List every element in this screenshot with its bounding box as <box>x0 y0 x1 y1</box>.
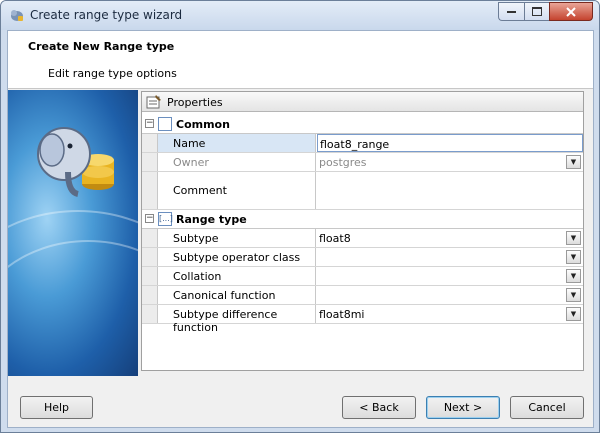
wizard-body: Create New Range type Edit range type op… <box>7 30 594 428</box>
elephant-database-icon <box>37 127 114 197</box>
page-subtitle: Edit range type options <box>48 67 177 80</box>
property-row-subtype-difference-function[interactable]: Subtype difference function float8mi ▼ <box>142 305 583 334</box>
window-title: Create range type wizard <box>30 8 183 22</box>
chevron-down-icon[interactable]: ▼ <box>566 231 581 245</box>
property-row-subtype[interactable]: Subtype float8 ▼ <box>142 229 583 248</box>
collapse-icon[interactable]: − <box>145 119 154 128</box>
property-name: Name <box>173 137 206 150</box>
property-value: float8 <box>319 232 351 245</box>
canonical-function-select[interactable]: ▼ <box>317 286 583 304</box>
category-label: Range type <box>176 213 247 226</box>
next-button[interactable]: Next > <box>426 396 500 419</box>
subtype-difference-function-select[interactable]: float8mi ▼ <box>317 305 583 323</box>
category-icon <box>158 117 172 131</box>
page-title: Create New Range type <box>28 40 175 53</box>
category-range-type[interactable]: − [...] Range type <box>142 210 583 229</box>
help-button[interactable]: Help <box>20 396 93 419</box>
property-name: Subtype operator class <box>173 251 301 264</box>
properties-icon <box>146 95 161 109</box>
back-button[interactable]: < Back <box>342 396 416 419</box>
caption-buttons <box>498 2 593 21</box>
property-value[interactable]: float8_range <box>320 138 389 151</box>
category-label: Common <box>176 118 230 131</box>
subtype-select[interactable]: float8 ▼ <box>317 229 583 247</box>
chevron-down-icon[interactable]: ▼ <box>566 250 581 264</box>
maximize-icon <box>532 7 542 16</box>
owner-select[interactable]: postgres ▼ <box>317 153 583 171</box>
maximize-button[interactable] <box>524 2 549 21</box>
property-row-owner[interactable]: Owner postgres ▼ <box>142 153 583 172</box>
name-field[interactable]: float8_range <box>317 134 583 152</box>
category-common[interactable]: − Common <box>142 115 583 134</box>
chevron-down-icon[interactable]: ▼ <box>566 155 581 169</box>
properties-panel: Properties − Common Name float8_range Ow… <box>141 91 584 371</box>
wizard-header: Create New Range type Edit range type op… <box>8 31 593 89</box>
wizard-banner <box>8 90 138 376</box>
property-grid: − Common Name float8_range Owner postgre… <box>142 115 583 334</box>
property-row-comment[interactable]: Comment <box>142 172 583 210</box>
category-icon: [...] <box>158 212 173 226</box>
properties-header: Properties <box>142 92 583 112</box>
property-name: Subtype difference function <box>173 308 278 334</box>
wizard-window: Create range type wizard Create New Rang… <box>0 0 600 433</box>
close-icon <box>566 6 576 17</box>
comment-field[interactable] <box>317 172 583 209</box>
property-row-subtype-operator-class[interactable]: Subtype operator class ▼ <box>142 248 583 267</box>
property-value: float8mi <box>319 308 365 321</box>
minimize-icon <box>507 11 516 13</box>
cancel-button[interactable]: Cancel <box>510 396 584 419</box>
property-name: Canonical function <box>173 289 276 302</box>
title-bar[interactable]: Create range type wizard <box>1 1 599 30</box>
property-name: Collation <box>173 270 222 283</box>
elephant-icon <box>11 10 23 21</box>
property-value: postgres <box>319 156 367 169</box>
property-name: Owner <box>173 156 209 169</box>
property-name: Comment <box>173 184 227 197</box>
property-row-collation[interactable]: Collation ▼ <box>142 267 583 286</box>
property-row-name[interactable]: Name float8_range <box>142 134 583 153</box>
close-button[interactable] <box>549 2 593 21</box>
chevron-down-icon[interactable]: ▼ <box>566 288 581 302</box>
property-name: Subtype <box>173 232 219 245</box>
property-row-canonical-function[interactable]: Canonical function ▼ <box>142 286 583 305</box>
minimize-button[interactable] <box>498 2 524 21</box>
chevron-down-icon[interactable]: ▼ <box>566 269 581 283</box>
collapse-icon[interactable]: − <box>145 214 154 223</box>
collation-select[interactable]: ▼ <box>317 267 583 285</box>
chevron-down-icon[interactable]: ▼ <box>566 307 581 321</box>
subtype-operator-class-select[interactable]: ▼ <box>317 248 583 266</box>
properties-label: Properties <box>167 96 223 109</box>
